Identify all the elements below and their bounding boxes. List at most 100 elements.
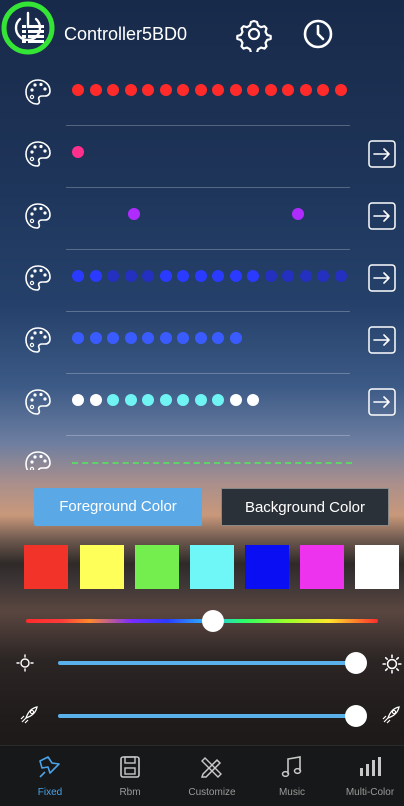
background-color-tab[interactable]: Background Color [221,488,389,526]
color-swatch[interactable] [24,545,68,589]
palette-icon[interactable] [24,78,52,106]
palette-icon[interactable] [24,202,52,230]
led-dot [194,270,207,282]
nav-fixed[interactable]: Fixed [10,746,90,806]
led-dot [264,270,277,282]
pattern-row[interactable] [0,64,404,126]
led-dot [159,270,172,282]
speed-slider-knob[interactable] [345,705,367,727]
pattern-row[interactable] [0,188,404,250]
led-dot [264,84,277,96]
nav-customize[interactable]: Customize [172,746,252,806]
nav-music[interactable]: Music [252,746,332,806]
background-color-label: Background Color [244,499,366,516]
led-dot [177,84,189,96]
speed-slow-rocket-icon [20,706,38,724]
led-dot [107,332,119,344]
color-swatch[interactable] [135,545,179,589]
nav-rbm[interactable]: Rbm [90,746,170,806]
pattern-row[interactable] [0,436,404,470]
brightness-slider-knob[interactable] [345,652,367,674]
pattern-row[interactable] [0,374,404,436]
music-note-icon [281,756,302,778]
led-dot [128,208,140,220]
clock-timer-icon[interactable] [300,16,336,52]
led-dot [142,270,154,282]
pattern-list[interactable] [0,64,404,470]
palette-icon[interactable] [24,450,52,470]
led-dot [282,270,294,282]
led-dot [194,332,207,344]
palette-icon[interactable] [24,140,52,168]
led-dot [72,146,84,158]
brightness-slider-track[interactable] [58,661,358,665]
menu-list-icon[interactable] [22,24,44,44]
brightness-low-icon [16,654,34,672]
led-dot [89,84,102,96]
led-dot [72,394,84,406]
led-dot [334,270,347,282]
color-swatch[interactable] [355,545,399,589]
nav-customize-label: Customize [188,787,236,798]
led-dot [212,84,224,96]
palette-icon[interactable] [24,388,52,416]
led-dot [212,332,224,344]
header: Controller5BD0 [0,0,404,68]
led-dots [66,84,366,98]
pattern-row[interactable] [0,250,404,312]
controller-title: Controller5BD0 [64,24,188,44]
arrow-right-icon[interactable] [368,140,396,168]
led-dot [292,208,304,220]
color-swatch[interactable] [190,545,234,589]
led-dots [66,270,366,284]
led-dot [89,270,102,282]
save-disk-icon [120,756,140,778]
led-dot [142,84,154,96]
arrow-right-icon[interactable] [368,388,396,416]
arrow-right-icon[interactable] [368,202,396,230]
led-dot [334,84,347,96]
color-swatch[interactable] [245,545,289,589]
hue-slider-knob[interactable] [201,610,224,632]
led-dot [177,332,189,344]
led-dot [212,270,224,282]
pattern-row[interactable] [0,312,404,374]
palette-icon[interactable] [24,326,52,354]
palette-icon[interactable] [24,264,52,292]
settings-gear-icon[interactable] [236,16,272,52]
led-dot [247,394,259,406]
led-dot [159,394,172,406]
led-dot [89,394,102,406]
led-dot [107,84,119,96]
led-dot [194,394,207,406]
speed-fast-rocket-icon [382,706,400,724]
led-dot [124,394,137,406]
color-swatch[interactable] [80,545,124,589]
led-dot [247,84,259,96]
led-dot [72,84,84,96]
led-dot [89,332,102,344]
led-dot [142,394,154,406]
color-swatch[interactable] [300,545,344,589]
led-dot [72,332,84,344]
speed-slider-track[interactable] [58,714,358,718]
foreground-color-tab[interactable]: Foreground Color [34,488,202,526]
led-dot [299,270,312,282]
led-dot [124,270,137,282]
pattern-row[interactable] [0,126,404,188]
led-dot [229,270,242,282]
nav-fixed-label: Fixed [37,787,63,798]
nav-multi-color[interactable]: Multi-Color [330,746,404,806]
led-dot [247,270,259,282]
led-dot [299,84,312,96]
led-dot [317,270,329,282]
nav-music-label: Music [278,787,306,798]
led-dot [229,332,242,344]
nav-multi-color-label: Multi-Color [345,787,395,798]
arrow-right-icon[interactable] [368,264,396,292]
led-dot [317,84,329,96]
pencil-ruler-icon [200,757,222,778]
led-dot [229,84,242,96]
arrow-right-icon[interactable] [368,326,396,354]
led-dots [66,456,366,470]
